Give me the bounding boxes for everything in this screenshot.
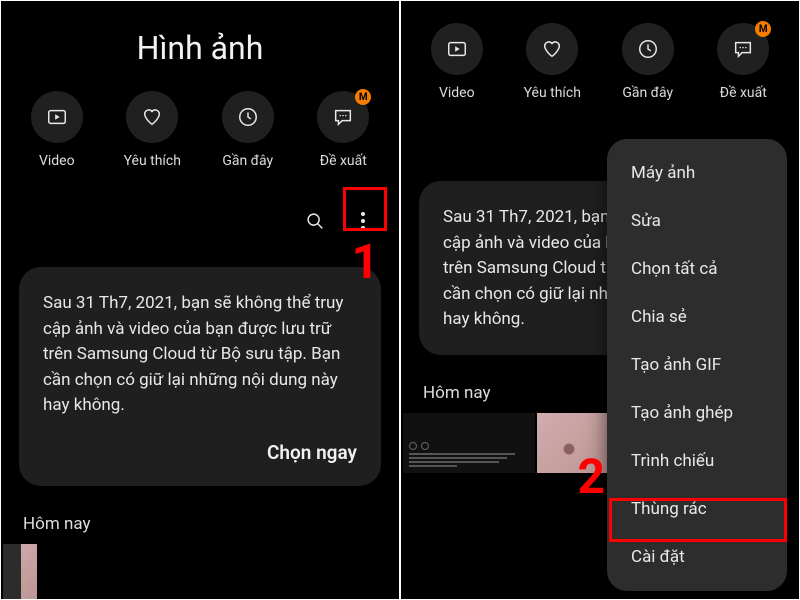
search-icon <box>304 210 326 232</box>
heart-icon <box>526 23 578 75</box>
clock-icon <box>622 23 674 75</box>
menu-camera[interactable]: Máy ảnh <box>607 149 787 197</box>
tab-label: Video <box>439 85 475 101</box>
chat-icon: M <box>717 23 769 75</box>
tab-label: Gần đây <box>622 85 673 101</box>
search-button[interactable] <box>295 201 335 241</box>
menu-create-collage[interactable]: Tạo ảnh ghép <box>607 389 787 437</box>
screenshot-pair: Hình ảnh Video Yêu thích Gần đây <box>0 0 800 600</box>
pane-left: Hình ảnh Video Yêu thích Gần đây <box>1 1 399 599</box>
video-icon <box>31 91 83 143</box>
tab-video[interactable]: Video <box>412 23 502 101</box>
menu-edit[interactable]: Sửa <box>607 197 787 245</box>
tab-label: Đề xuất <box>720 85 767 101</box>
tab-suggest[interactable]: M Đề xuất <box>298 91 388 169</box>
tab-label: Gần đây <box>222 153 273 169</box>
menu-share[interactable]: Chia sẻ <box>607 293 787 341</box>
photo-thumb[interactable] <box>537 413 617 473</box>
tab-recent[interactable]: Gần đây <box>203 91 293 169</box>
photo-thumb[interactable] <box>3 544 37 600</box>
badge-m: M <box>755 21 771 37</box>
tab-label: Yêu thích <box>124 153 181 169</box>
menu-trash[interactable]: Thùng rác <box>607 485 787 533</box>
overflow-menu: Máy ảnh Sửa Chọn tất cả Chia sẻ Tạo ảnh … <box>607 139 787 591</box>
choose-now-button[interactable]: Chọn ngay <box>43 441 357 464</box>
section-today: Hôm nay <box>23 514 399 534</box>
category-tabs: Video Yêu thích Gần đây M Đề xuất <box>401 23 799 101</box>
page-title: Hình ảnh <box>1 29 399 67</box>
tab-label: Đề xuất <box>320 153 367 169</box>
tab-suggest[interactable]: M Đề xuất <box>698 23 788 101</box>
menu-select-all[interactable]: Chọn tất cả <box>607 245 787 293</box>
tab-favorites[interactable]: Yêu thích <box>507 23 597 101</box>
tab-label: Video <box>39 153 75 169</box>
photo-thumb[interactable] <box>403 413 535 473</box>
chat-icon: M <box>317 91 369 143</box>
more-options-button[interactable] <box>343 201 383 241</box>
menu-settings[interactable]: Cài đặt <box>607 533 787 581</box>
clock-icon <box>222 91 274 143</box>
thumb-row <box>1 544 399 600</box>
menu-slideshow[interactable]: Trình chiếu <box>607 437 787 485</box>
video-icon <box>431 23 483 75</box>
category-tabs: Video Yêu thích Gần đây M Đề xuất <box>1 91 399 169</box>
tab-favorites[interactable]: Yêu thích <box>107 91 197 169</box>
tab-recent[interactable]: Gần đây <box>603 23 693 101</box>
cloud-notice-card: Sau 31 Th7, 2021, bạn sẽ không thể truy … <box>19 267 381 486</box>
more-vert-icon <box>361 212 365 230</box>
menu-create-gif[interactable]: Tạo ảnh GIF <box>607 341 787 389</box>
notice-text: Sau 31 Th7, 2021, bạn sẽ không thể truy … <box>43 291 357 419</box>
heart-icon <box>126 91 178 143</box>
action-bar <box>1 199 399 243</box>
pane-right: Video Yêu thích Gần đây M Đề xuất <box>401 1 799 599</box>
tab-label: Yêu thích <box>524 85 581 101</box>
tab-video[interactable]: Video <box>12 91 102 169</box>
badge-m: M <box>355 89 371 105</box>
